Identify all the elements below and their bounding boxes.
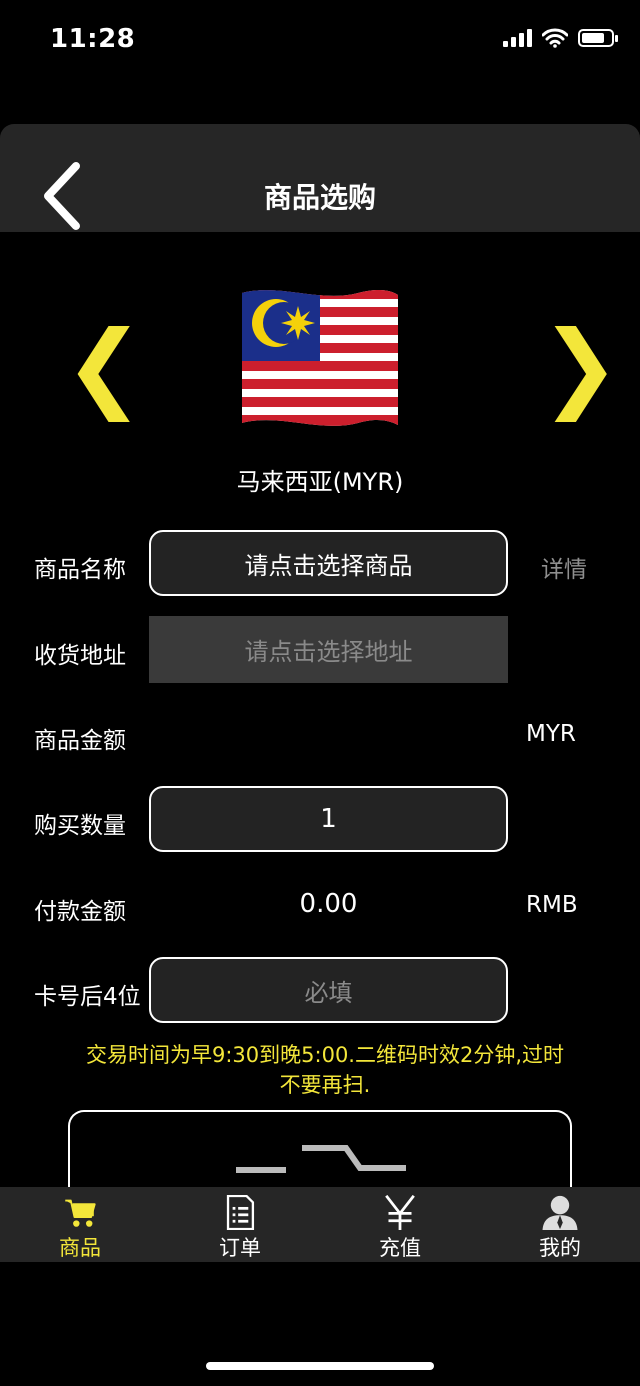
tab-orders[interactable]: 订单: [160, 1187, 320, 1262]
tab-bar: 商品 订单 充值 我的: [0, 1187, 640, 1262]
quantity-input[interactable]: 1: [149, 786, 508, 852]
tab-profile[interactable]: 我的: [480, 1187, 640, 1262]
quantity-label: 购买数量: [34, 813, 126, 839]
page-title: 商品选购: [263, 181, 376, 214]
malaysia-flag-icon: [242, 289, 398, 426]
home-indicator: [206, 1362, 434, 1370]
product-amount-currency: MYR: [526, 721, 576, 747]
card-last4-input[interactable]: 必填: [149, 957, 508, 1023]
tab-products-label: 商品: [59, 1236, 101, 1260]
payment-amount-currency: RMB: [526, 892, 578, 918]
tab-products[interactable]: 商品: [0, 1187, 160, 1262]
trading-hours-notice: 交易时间为早9:30到晚5:00.二维码时效2分钟,过时不要再扫.: [85, 1043, 565, 1097]
cart-icon: [65, 1199, 96, 1227]
payment-amount-value: 0.00: [299, 889, 358, 919]
tab-recharge[interactable]: 充值: [320, 1187, 480, 1262]
yuan-icon: [385, 1195, 415, 1230]
card-last4-label: 卡号后4位: [34, 984, 141, 1010]
tab-recharge-label: 充值: [379, 1236, 421, 1260]
status-icons: [503, 28, 618, 48]
user-icon: [542, 1195, 578, 1230]
tab-orders-label: 订单: [219, 1236, 261, 1260]
status-time: 11:28: [50, 24, 136, 54]
previous-country-button[interactable]: ❮: [64, 318, 144, 414]
wifi-icon: [542, 28, 568, 48]
qr-placeholder-graphic: [236, 1145, 406, 1173]
detail-link[interactable]: 详情: [541, 550, 587, 584]
country-name: 马来西亚(MYR): [236, 468, 404, 496]
signal-icon: [503, 29, 532, 47]
payment-amount-label: 付款金额: [34, 899, 126, 925]
product-amount-label: 商品金额: [34, 728, 126, 754]
qr-code-panel: [68, 1110, 572, 1190]
order-list-icon: [226, 1195, 255, 1230]
address-select-field[interactable]: 请点击选择地址: [149, 616, 508, 683]
battery-icon: [578, 29, 618, 47]
address-label: 收货地址: [34, 643, 126, 669]
tab-profile-label: 我的: [539, 1236, 581, 1260]
product-select-field[interactable]: 请点击选择商品: [149, 530, 508, 596]
next-country-button[interactable]: ❯: [540, 318, 620, 414]
product-name-label: 商品名称: [34, 557, 126, 583]
